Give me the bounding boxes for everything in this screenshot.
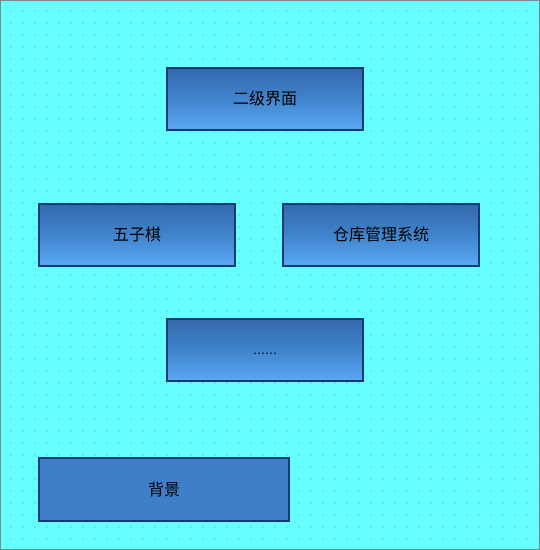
node-label: 背景: [147, 479, 180, 499]
node-warehouse-system[interactable]: 仓库管理系统: [282, 203, 480, 267]
node-label: 五子棋: [112, 225, 161, 244]
node-gomoku[interactable]: 五子棋: [38, 203, 236, 267]
node-label: ……: [253, 343, 277, 357]
node-background[interactable]: 背景: [38, 457, 290, 522]
node-more[interactable]: ……: [166, 318, 364, 382]
node-label: 二级界面: [232, 89, 297, 108]
node-label: 仓库管理系统: [332, 225, 429, 244]
diagram-canvas: 二级界面 五子棋 仓库管理系统 …… 背景: [0, 0, 540, 550]
node-secondary-interface[interactable]: 二级界面: [166, 67, 364, 131]
